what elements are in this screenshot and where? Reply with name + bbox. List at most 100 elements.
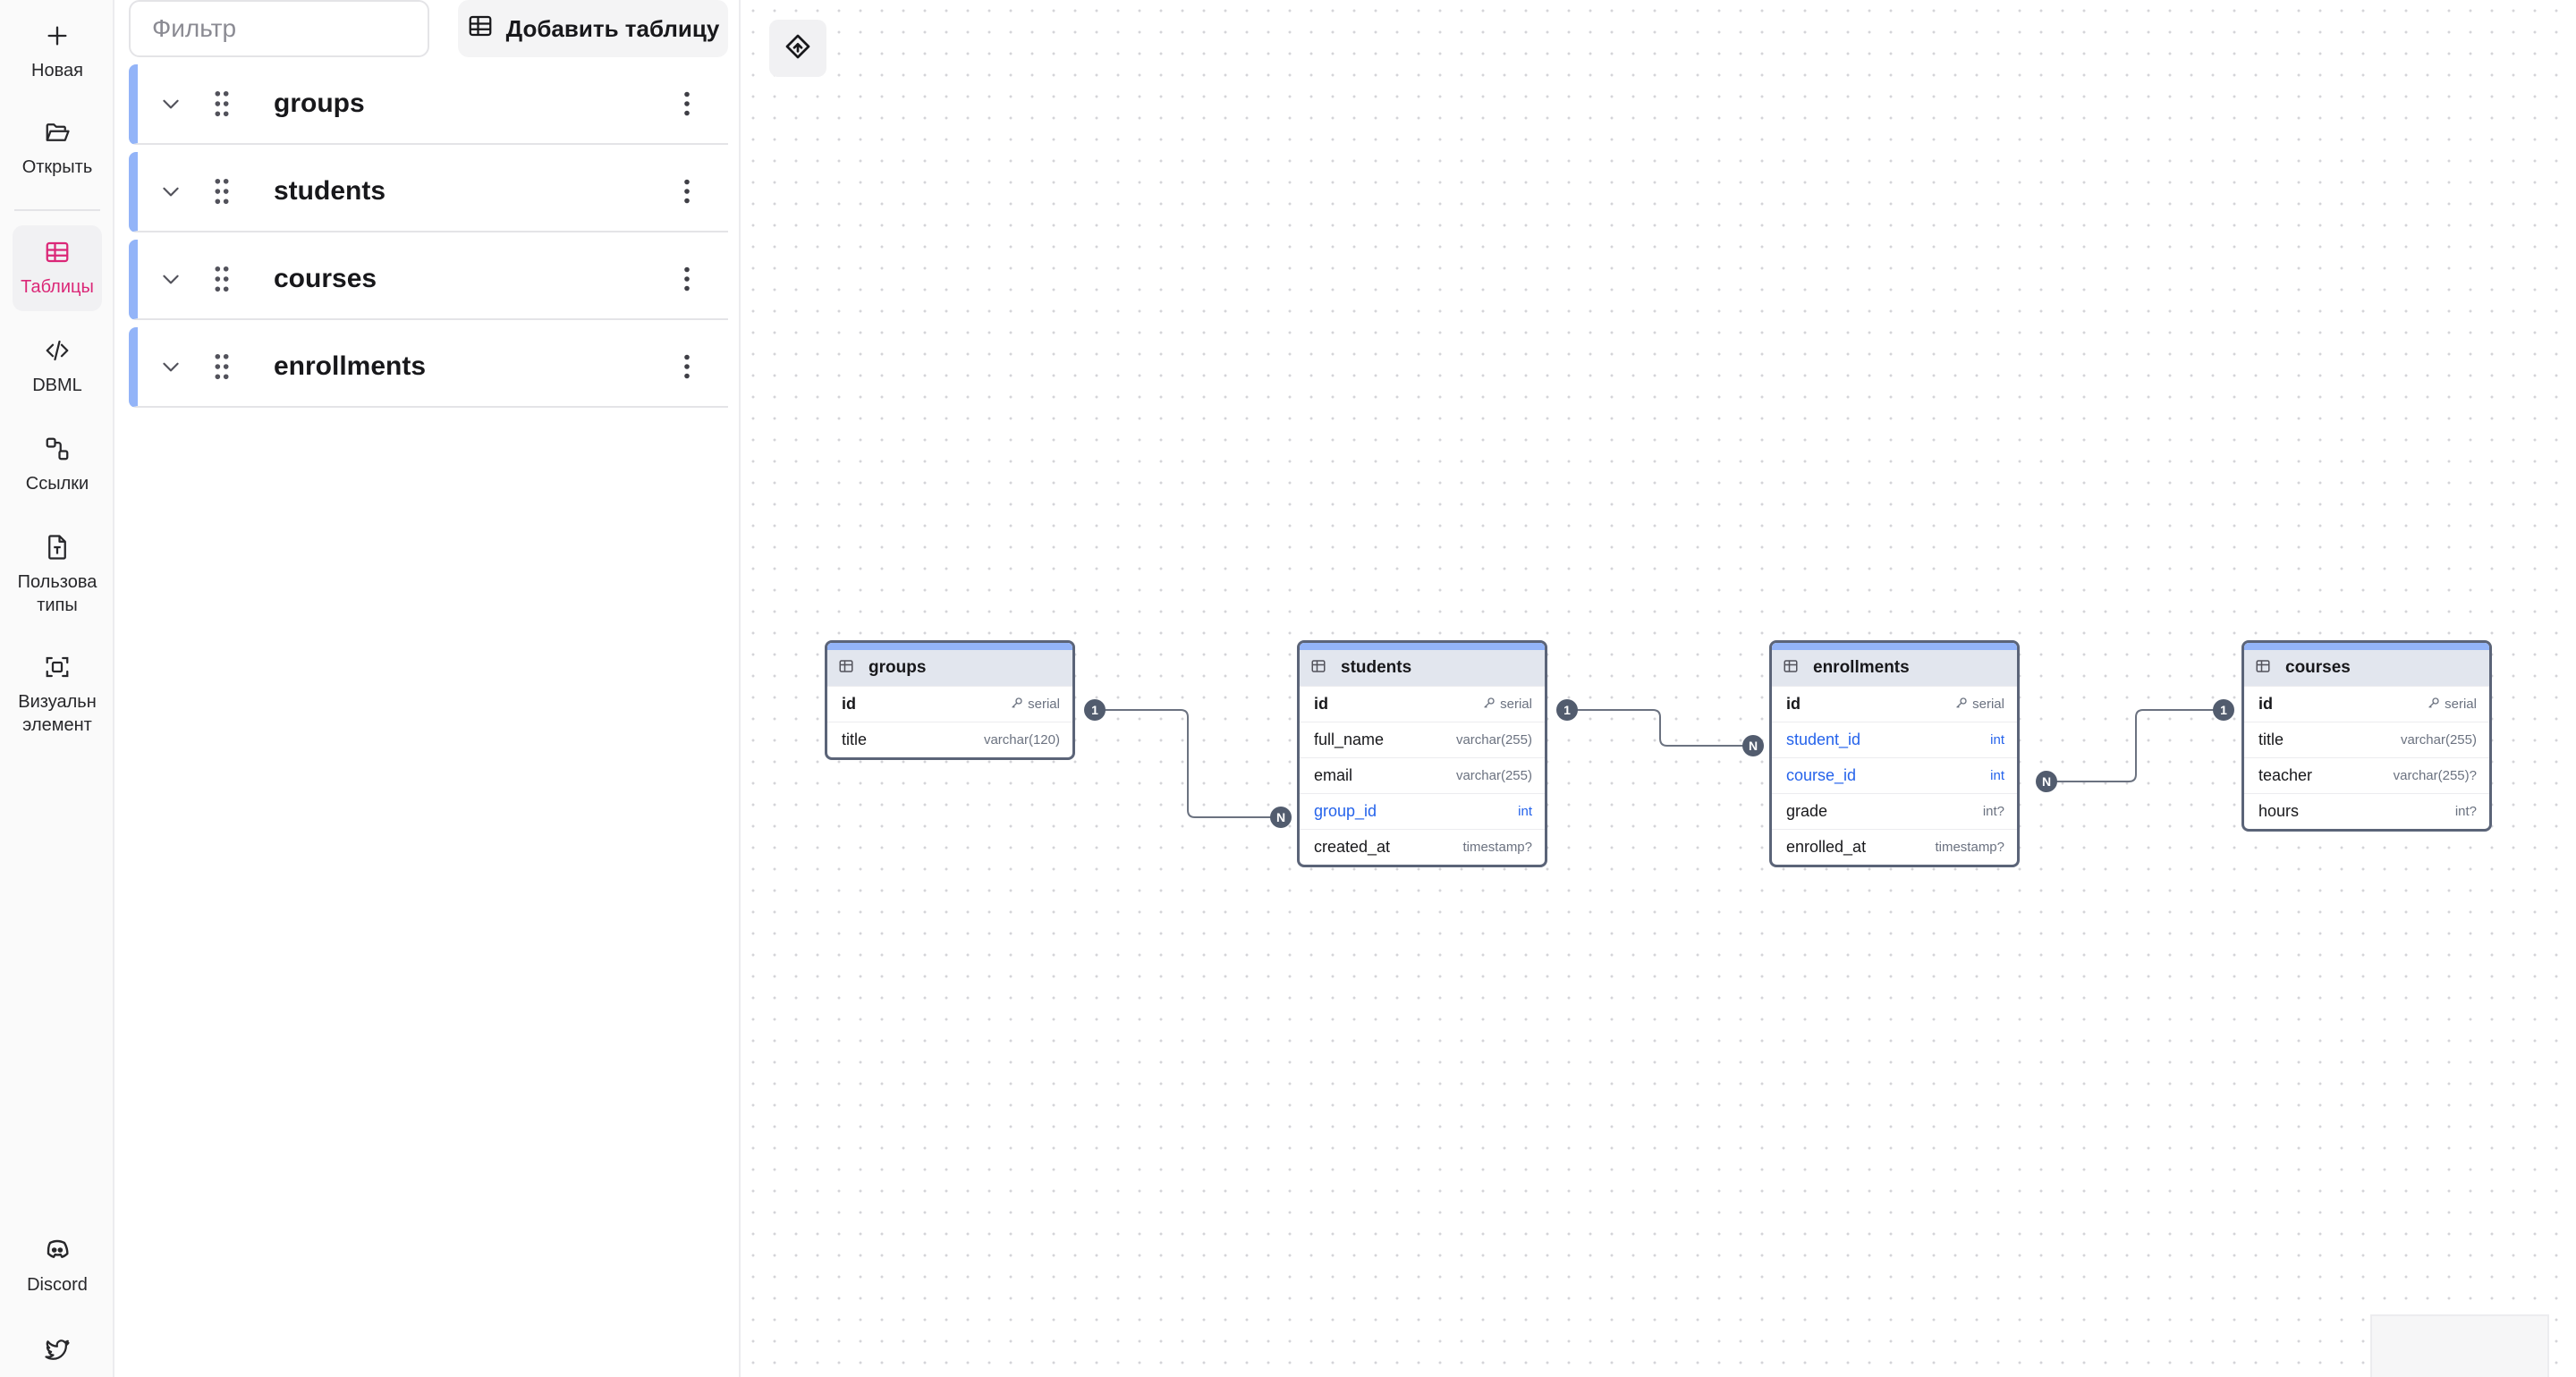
scan-icon [39, 649, 75, 685]
er-field-row[interactable]: hours int? [2244, 793, 2489, 829]
er-field-row[interactable]: course_id int [1772, 757, 2017, 793]
er-table-title: courses [2285, 658, 2351, 677]
er-table-header[interactable]: groups [827, 643, 1072, 686]
field-name: id [1786, 695, 1801, 713]
rail-tables-button[interactable]: Таблицы [13, 225, 102, 311]
er-table-students[interactable]: students id serial full_name varchar(255… [1297, 640, 1547, 867]
add-table-label: Добавить таблицу [505, 14, 720, 42]
drag-handle-icon[interactable] [213, 90, 238, 117]
field-name: enrolled_at [1786, 838, 1867, 856]
er-field-row[interactable]: grade int? [1772, 793, 2017, 829]
drag-handle-icon[interactable] [213, 178, 238, 205]
rail-discord-label: Discord [27, 1275, 88, 1295]
field-type-label: int? [2454, 804, 2477, 819]
er-table-courses[interactable]: courses id serial title varchar(255) tea… [2241, 640, 2492, 832]
field-type: serial [1482, 696, 1532, 714]
table-icon [2255, 658, 2271, 679]
field-name: group_id [1314, 802, 1377, 820]
er-field-row[interactable]: teacher varchar(255)? [2244, 757, 2489, 793]
relation-many-label: N [1276, 810, 1285, 824]
rail-new-button[interactable]: Новая [13, 9, 102, 82]
relation-enrollments-courses[interactable]: N 1 [2036, 699, 2234, 792]
rail-visual-button[interactable]: Визуальн элемент [13, 640, 102, 737]
field-name: full_name [1314, 731, 1385, 748]
table-list-item[interactable]: students [129, 152, 728, 232]
relation-one-marker [1084, 699, 1106, 721]
er-field-row[interactable]: full_name varchar(255) [1300, 722, 1545, 757]
field-type-label: int? [1982, 804, 2004, 819]
table-list-item[interactable]: enrollments [129, 327, 728, 408]
rail-tables-label: Таблицы [21, 277, 94, 297]
more-vertical-icon[interactable] [669, 354, 705, 379]
er-field-row[interactable]: id serial [827, 686, 1072, 722]
rail-dbml-button[interactable]: DBML [13, 324, 102, 397]
er-table-enrollments[interactable]: enrollments id serial student_id int cou… [1769, 640, 2020, 867]
relation-groups-students[interactable]: 1 N [1084, 699, 1292, 828]
chevron-down-icon[interactable] [159, 267, 191, 291]
field-name: id [842, 695, 856, 713]
relation-one-label: 1 [2220, 703, 2227, 717]
er-field-row[interactable]: email varchar(255) [1300, 757, 1545, 793]
relation-one-label: 1 [1563, 703, 1571, 717]
er-field-row[interactable]: title varchar(120) [827, 722, 1072, 757]
field-name: student_id [1786, 731, 1861, 748]
field-type: serial [1010, 696, 1060, 714]
field-name: hours [2258, 802, 2300, 820]
er-field-row[interactable]: enrolled_at timestamp? [1772, 829, 2017, 865]
er-table-header[interactable]: students [1300, 643, 1545, 686]
er-table-header[interactable]: enrollments [1772, 643, 2017, 686]
field-type-label: timestamp? [1935, 840, 2004, 855]
field-type-label: timestamp? [1462, 840, 1532, 855]
rail-visual-label: Визуальн элемент [18, 692, 97, 735]
rail-open-button[interactable]: Открыть [13, 106, 102, 179]
chevron-down-icon[interactable] [159, 355, 191, 378]
chevron-down-icon[interactable] [159, 92, 191, 115]
field-type-label: varchar(255) [2400, 732, 2477, 748]
er-field-row[interactable]: created_at timestamp? [1300, 829, 1545, 865]
key-icon [1482, 696, 1496, 714]
field-type-label: serial [2445, 697, 2477, 712]
fit-view-icon [784, 32, 812, 65]
rail-discord-button[interactable]: Discord [13, 1223, 102, 1297]
field-type-label: varchar(255)? [2393, 768, 2477, 783]
er-field-row[interactable]: id serial [2244, 686, 2489, 722]
table-list-item[interactable]: courses [129, 240, 728, 320]
minimap[interactable] [2370, 1314, 2549, 1377]
plus-icon [39, 18, 75, 54]
auto-layout-button[interactable] [769, 20, 826, 77]
er-table-header[interactable]: courses [2244, 643, 2489, 686]
table-list-item[interactable]: groups [129, 64, 728, 145]
rail-open-label: Открыть [21, 157, 93, 177]
rail-new-label: Новая [31, 61, 83, 80]
er-table-groups[interactable]: groups id serial title varchar(120) [825, 640, 1075, 760]
add-table-button[interactable]: Добавить таблицу [458, 0, 728, 57]
relation-many-label: N [1749, 739, 1758, 753]
field-name: created_at [1314, 838, 1391, 856]
field-name: teacher [2258, 766, 2313, 784]
drag-handle-icon[interactable] [213, 266, 238, 292]
rail-links-button[interactable]: Ссылки [13, 422, 102, 495]
file-type-icon [39, 529, 75, 565]
relation-students-enrollments[interactable]: 1 N [1556, 699, 1764, 756]
more-vertical-icon[interactable] [669, 266, 705, 291]
more-vertical-icon[interactable] [669, 179, 705, 204]
field-name: id [1314, 695, 1328, 713]
field-name: id [2258, 695, 2273, 713]
chevron-down-icon[interactable] [159, 180, 191, 203]
er-field-row[interactable]: id serial [1772, 686, 2017, 722]
table-icon [39, 234, 75, 270]
rail-twitter-button[interactable] [13, 1323, 102, 1368]
diagram-canvas[interactable]: 1 N 1 N N 1 groups id serial title varch… [742, 0, 2576, 1377]
drag-handle-icon[interactable] [213, 353, 238, 380]
er-field-row[interactable]: title varchar(255) [2244, 722, 2489, 757]
filter-input[interactable] [129, 0, 429, 57]
relation-one-label: 1 [1091, 703, 1098, 717]
table-list-name: enrollments [274, 351, 427, 381]
er-field-row[interactable]: id serial [1300, 686, 1545, 722]
er-field-row[interactable]: student_id int [1772, 722, 2017, 757]
er-field-row[interactable]: group_id int [1300, 793, 1545, 829]
table-icon [467, 13, 494, 46]
field-type-label: serial [1500, 697, 1532, 712]
more-vertical-icon[interactable] [669, 91, 705, 116]
rail-user-types-button[interactable]: Пользова типы [13, 520, 102, 617]
